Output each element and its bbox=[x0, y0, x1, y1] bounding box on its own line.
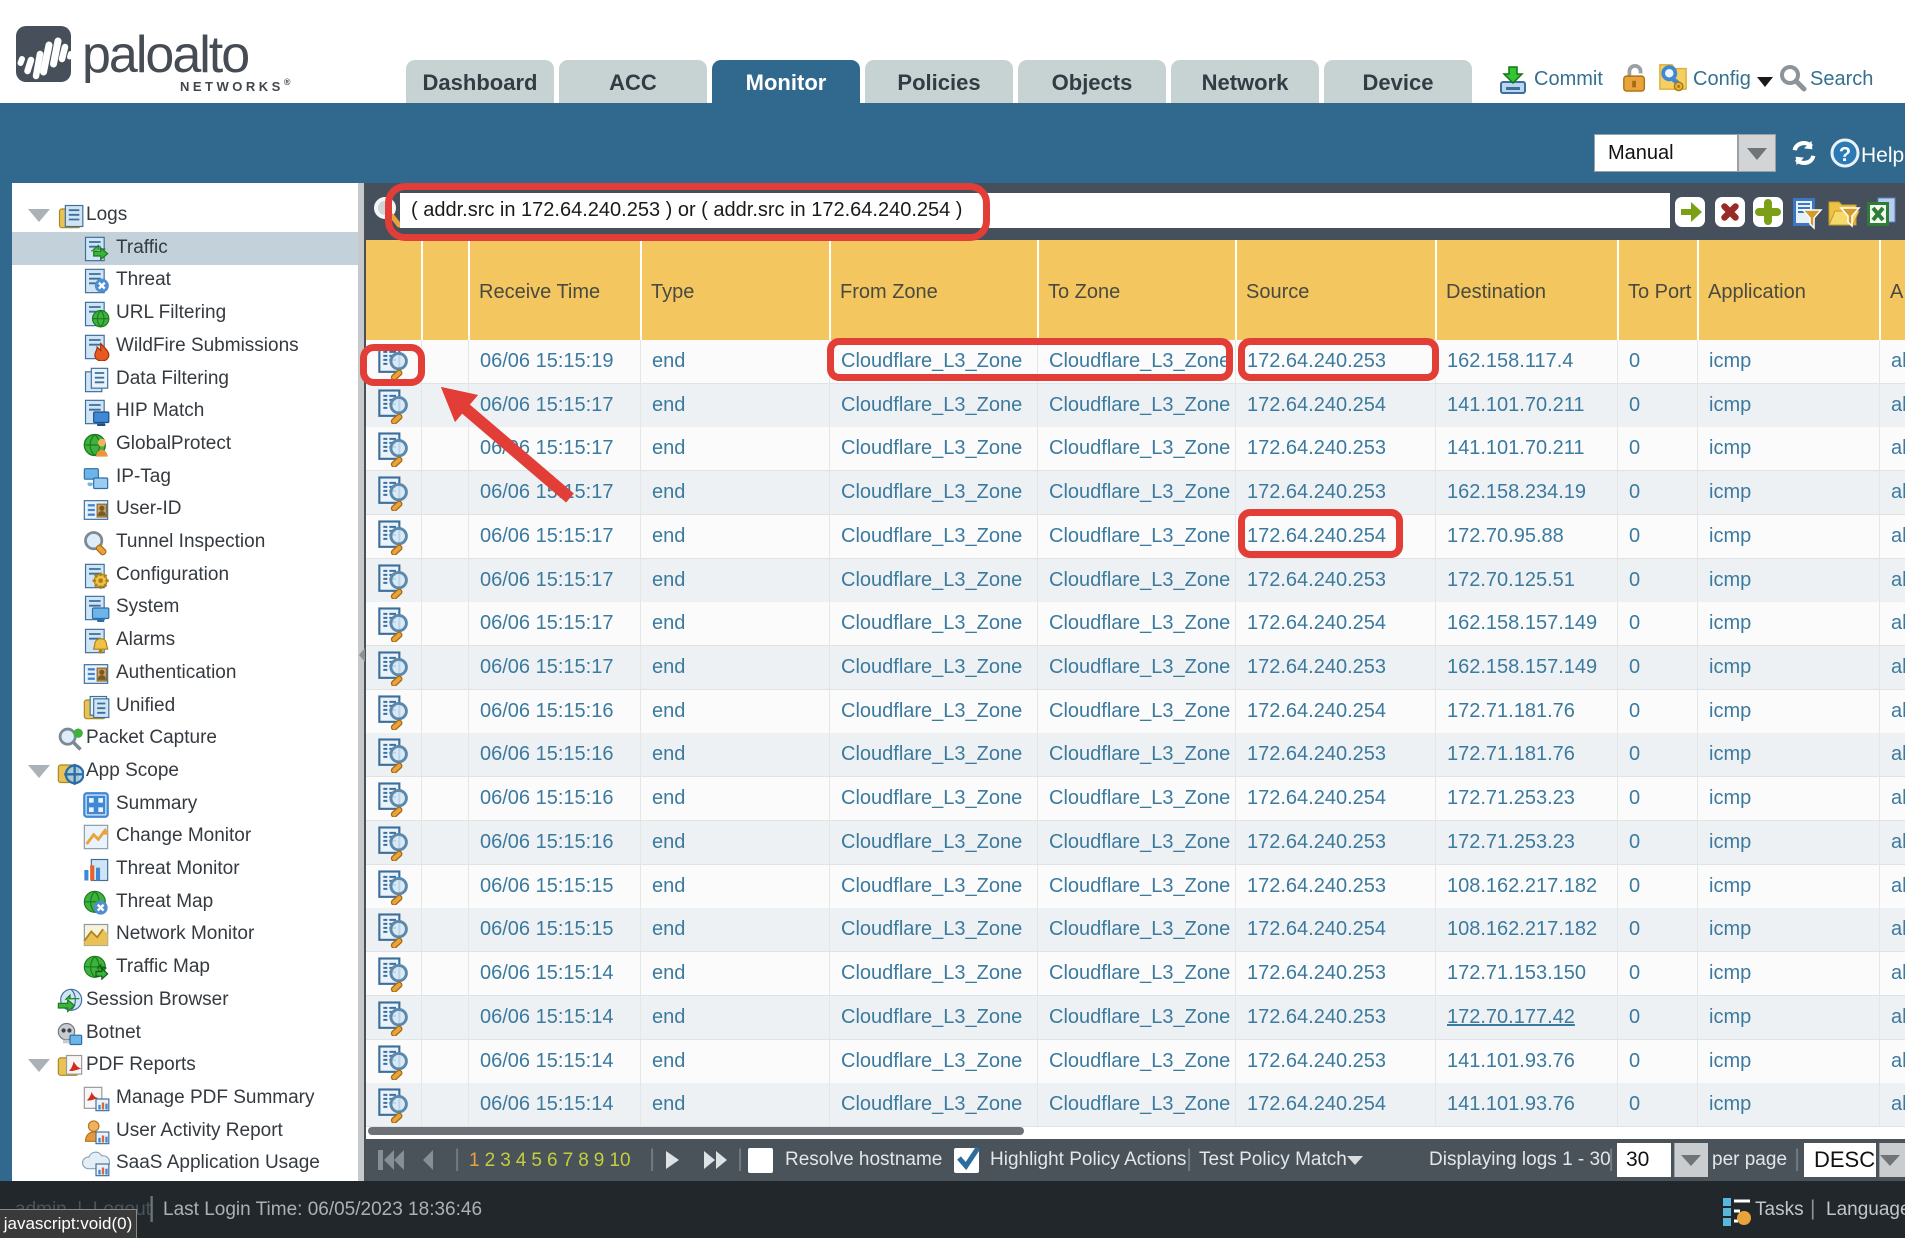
svg-text:?: ? bbox=[1839, 144, 1851, 166]
svg-text:paloalto: paloalto bbox=[82, 26, 248, 84]
